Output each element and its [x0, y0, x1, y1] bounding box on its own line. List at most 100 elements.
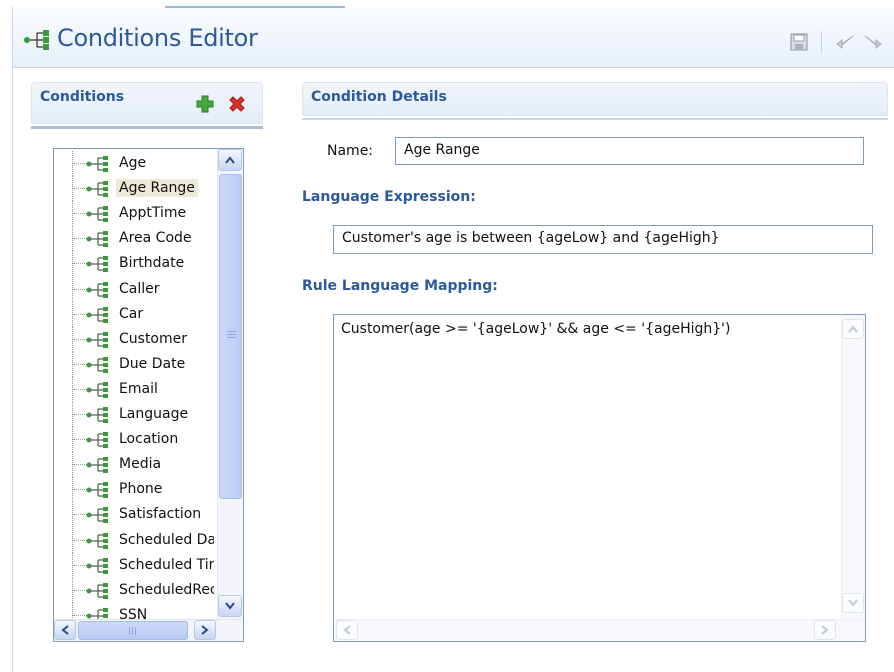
condition-node-icon [86, 607, 112, 619]
tree-item[interactable]: Birthdate [54, 251, 214, 277]
scroll-left-button[interactable] [54, 620, 76, 640]
condition-node-icon [86, 532, 112, 550]
tree-guide-line [73, 589, 87, 591]
condition-node-icon [86, 205, 112, 223]
tree-item-label: Age Range [116, 179, 198, 198]
tree-item[interactable]: Area Code [54, 226, 214, 252]
red-x-icon [229, 96, 245, 112]
condition-node-icon [86, 582, 112, 600]
tree-item-label: Customer [119, 330, 188, 347]
tree-item[interactable]: SSN [54, 602, 214, 619]
condition-node-icon [86, 331, 112, 349]
tree-guide-line [73, 288, 87, 290]
conditions-panel-underline [31, 126, 263, 129]
redo-icon [864, 35, 882, 50]
tree-item-label: Location [119, 431, 179, 448]
tree-item-label: Area Code [119, 230, 192, 247]
condition-node-icon [86, 381, 112, 399]
tree-scroll-thumb[interactable] [219, 174, 242, 499]
condition-node-icon [86, 155, 112, 173]
condition-node-icon [86, 506, 112, 524]
editor-header: Conditions Editor [13, 8, 894, 68]
tree-guide-line [73, 213, 87, 215]
rule-mapping-textarea[interactable]: Customer(age >= '{ageLow}' && age <= '{a… [333, 314, 866, 642]
tree-vertical-scrollbar[interactable] [217, 149, 243, 619]
name-input[interactable]: Age Range [395, 137, 864, 165]
condition-node-icon [86, 180, 112, 198]
tree-item[interactable]: Age Range [54, 176, 214, 202]
condition-details-title: Condition Details [311, 89, 447, 105]
chevron-down-icon [225, 602, 235, 610]
save-button[interactable] [787, 30, 811, 54]
tree-item[interactable]: Scheduled Da [54, 527, 214, 553]
tree-item[interactable]: Email [54, 376, 214, 402]
rule-mapping-text: Customer(age >= '{ageLow}' && age <= '{a… [341, 321, 731, 337]
tree-horizontal-scrollbar[interactable] [54, 619, 243, 641]
name-label: Name: [327, 143, 374, 159]
conditions-tree-icon [24, 30, 49, 50]
tree-item[interactable]: ScheduledRec [54, 577, 214, 603]
chevron-up-icon [848, 325, 858, 333]
tree-guide-line [73, 163, 87, 164]
condition-details-header: Condition Details [302, 82, 888, 116]
tree-horizontal-scroll-thumb[interactable] [78, 621, 188, 640]
scroll-down-button[interactable] [218, 595, 242, 617]
tree-item[interactable]: Media [54, 452, 214, 478]
tree-item-label: Caller [119, 280, 160, 297]
conditions-panel-header: Conditions [31, 82, 263, 124]
page-title: Conditions Editor [57, 24, 258, 52]
rule-scroll-right-button[interactable] [814, 620, 836, 640]
undo-button[interactable] [832, 30, 856, 54]
tree-guide-line [73, 414, 87, 415]
toolbar-separator [821, 31, 822, 53]
redo-button[interactable] [862, 30, 886, 54]
tree-item[interactable]: Customer [54, 326, 214, 352]
tree-item-label: Email [119, 380, 158, 397]
chevron-up-icon [225, 156, 235, 164]
tree-item[interactable]: Location [54, 427, 214, 453]
scroll-right-button[interactable] [194, 620, 216, 640]
tree-item-label: Due Date [119, 355, 186, 372]
tree-item[interactable]: Car [54, 301, 214, 327]
tree-guide-line [73, 614, 87, 616]
undo-icon [836, 35, 854, 50]
tree-guide-line [73, 388, 87, 390]
tree-item[interactable]: Phone [54, 477, 214, 503]
tree-item[interactable]: Language [54, 402, 214, 427]
delete-condition-button[interactable] [226, 93, 248, 115]
rule-scroll-left-button[interactable] [336, 620, 358, 640]
tree-item[interactable]: Due Date [54, 351, 214, 377]
tree-item-label: Language [119, 406, 189, 422]
tree-item-label: Age [119, 155, 147, 171]
rule-scroll-down-button[interactable] [842, 593, 864, 613]
tree-item[interactable]: Satisfaction [54, 502, 214, 528]
tree-item[interactable]: Scheduled Tin [54, 552, 214, 578]
rule-mapping-vertical-scrollbar[interactable] [841, 315, 865, 619]
rule-scroll-up-button[interactable] [842, 319, 864, 339]
tree-item[interactable]: ApptTime [54, 201, 214, 227]
tree-guide-line [73, 338, 87, 340]
tree-item-label: Satisfaction [119, 506, 202, 523]
conditions-tree[interactable]: Age Age Range ApptTime Area Code Birthdate Ca… [53, 148, 244, 642]
tree-item[interactable]: Age [54, 151, 214, 176]
rule-mapping-label: Rule Language Mapping: [302, 278, 498, 294]
condition-node-icon [86, 255, 112, 273]
tree-item-label: Car [119, 305, 144, 322]
tree-item[interactable]: Caller [54, 276, 214, 302]
tree-item-label: Phone [119, 481, 163, 498]
tree-guide-line [73, 489, 87, 491]
condition-node-icon [86, 557, 112, 575]
condition-details-underline [302, 118, 888, 120]
chevron-right-icon [821, 625, 829, 635]
tree-guide-line [73, 313, 87, 315]
tree-guide-line [73, 363, 87, 365]
tree-guide-line [73, 464, 87, 466]
green-plus-icon [196, 95, 214, 113]
tree-guide-line [73, 564, 87, 566]
rule-mapping-horizontal-scrollbar[interactable] [334, 619, 865, 641]
language-expression-input[interactable]: Customer's age is between {ageLow} and {… [333, 225, 873, 254]
chevron-left-icon [343, 625, 351, 635]
scroll-up-button[interactable] [218, 149, 242, 171]
condition-node-icon [86, 230, 112, 248]
add-condition-button[interactable] [194, 93, 216, 115]
